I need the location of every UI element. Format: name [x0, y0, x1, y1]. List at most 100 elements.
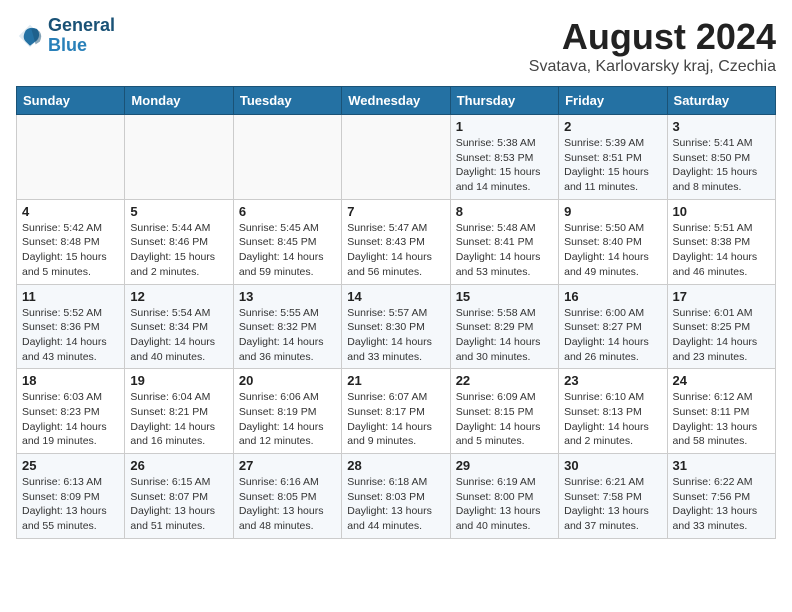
weekday-header-tuesday: Tuesday [233, 87, 341, 115]
calendar-cell: 8 Sunrise: 5:48 AM Sunset: 8:41 PM Daylig… [450, 199, 558, 284]
calendar-cell: 28 Sunrise: 6:18 AM Sunset: 8:03 PM Dayli… [342, 454, 450, 539]
calendar-cell: 27Sunrise: 6:16 AM Sunset: 8:05 PM Dayli… [233, 454, 341, 539]
day-number: 19 [130, 373, 227, 388]
day-info: Sunrise: 6:10 AM Sunset: 8:13 PM Dayligh… [564, 390, 661, 449]
calendar-cell: 29 Sunrise: 6:19 AM Sunset: 8:00 PM Dayli… [450, 454, 558, 539]
calendar-cell [125, 115, 233, 200]
day-info: Sunrise: 5:50 AM Sunset: 8:40 PM Dayligh… [564, 221, 661, 280]
day-info: Sunrise: 5:58 AM Sunset: 8:29 PM Dayligh… [456, 306, 553, 365]
calendar-cell: 24 Sunrise: 6:12 AM Sunset: 8:11 PM Dayli… [667, 369, 775, 454]
calendar-cell: 25 Sunrise: 6:13 AM Sunset: 8:09 PM Dayli… [17, 454, 125, 539]
day-number: 11 [22, 289, 119, 304]
day-number: 25 [22, 458, 119, 473]
day-info: Sunrise: 6:18 AM Sunset: 8:03 PM Dayligh… [347, 475, 444, 534]
day-number: 14 [347, 289, 444, 304]
month-title: August 2024 [529, 16, 776, 58]
day-number: 12 [130, 289, 227, 304]
day-info: Sunrise: 6:04 AM Sunset: 8:21 PM Dayligh… [130, 390, 227, 449]
calendar-table: SundayMondayTuesdayWednesdayThursdayFrid… [16, 86, 776, 539]
day-number: 2 [564, 119, 661, 134]
page-header: General Blue August 2024 Svatava, Karlov… [16, 16, 776, 76]
location: Svatava, Karlovarsky kraj, Czechia [529, 58, 776, 76]
day-info: Sunrise: 5:54 AM Sunset: 8:34 PM Dayligh… [130, 306, 227, 365]
week-row-5: 25 Sunrise: 6:13 AM Sunset: 8:09 PM Dayli… [17, 454, 776, 539]
calendar-cell: 12 Sunrise: 5:54 AM Sunset: 8:34 PM Dayli… [125, 284, 233, 369]
week-row-2: 4 Sunrise: 5:42 AM Sunset: 8:48 PM Daylig… [17, 199, 776, 284]
calendar-cell: 26Sunrise: 6:15 AM Sunset: 8:07 PM Dayli… [125, 454, 233, 539]
calendar-cell: 14 Sunrise: 5:57 AM Sunset: 8:30 PM Dayli… [342, 284, 450, 369]
calendar-cell: 15 Sunrise: 5:58 AM Sunset: 8:29 PM Dayli… [450, 284, 558, 369]
day-number: 13 [239, 289, 336, 304]
calendar-cell: 4 Sunrise: 5:42 AM Sunset: 8:48 PM Daylig… [17, 199, 125, 284]
calendar-cell: 2Sunrise: 5:39 AM Sunset: 8:51 PM Daylig… [559, 115, 667, 200]
calendar-cell [233, 115, 341, 200]
day-info: Sunrise: 5:42 AM Sunset: 8:48 PM Dayligh… [22, 221, 119, 280]
day-info: Sunrise: 6:19 AM Sunset: 8:00 PM Dayligh… [456, 475, 553, 534]
calendar-cell: 5 Sunrise: 5:44 AM Sunset: 8:46 PM Daylig… [125, 199, 233, 284]
day-info: Sunrise: 5:48 AM Sunset: 8:41 PM Dayligh… [456, 221, 553, 280]
day-number: 8 [456, 204, 553, 219]
day-info: Sunrise: 6:01 AM Sunset: 8:25 PM Dayligh… [673, 306, 770, 365]
day-info: Sunrise: 5:51 AM Sunset: 8:38 PM Dayligh… [673, 221, 770, 280]
day-number: 22 [456, 373, 553, 388]
calendar-cell [342, 115, 450, 200]
day-info: Sunrise: 5:55 AM Sunset: 8:32 PM Dayligh… [239, 306, 336, 365]
calendar-cell: 21 Sunrise: 6:07 AM Sunset: 8:17 PM Dayli… [342, 369, 450, 454]
day-number: 10 [673, 204, 770, 219]
day-number: 30 [564, 458, 661, 473]
day-info: Sunrise: 6:21 AM Sunset: 7:58 PM Dayligh… [564, 475, 661, 534]
calendar-cell: 1Sunrise: 5:38 AM Sunset: 8:53 PM Daylig… [450, 115, 558, 200]
day-info: Sunrise: 5:45 AM Sunset: 8:45 PM Dayligh… [239, 221, 336, 280]
day-number: 24 [673, 373, 770, 388]
day-info: Sunrise: 6:22 AM Sunset: 7:56 PM Dayligh… [673, 475, 770, 534]
day-number: 28 [347, 458, 444, 473]
calendar-cell: 18Sunrise: 6:03 AM Sunset: 8:23 PM Dayli… [17, 369, 125, 454]
calendar-cell: 3 Sunrise: 5:41 AM Sunset: 8:50 PM Daylig… [667, 115, 775, 200]
calendar-cell: 30 Sunrise: 6:21 AM Sunset: 7:58 PM Dayli… [559, 454, 667, 539]
day-number: 15 [456, 289, 553, 304]
day-number: 4 [22, 204, 119, 219]
calendar-cell: 17 Sunrise: 6:01 AM Sunset: 8:25 PM Dayli… [667, 284, 775, 369]
day-info: Sunrise: 6:12 AM Sunset: 8:11 PM Dayligh… [673, 390, 770, 449]
weekday-header-thursday: Thursday [450, 87, 558, 115]
day-info: Sunrise: 5:47 AM Sunset: 8:43 PM Dayligh… [347, 221, 444, 280]
day-info: Sunrise: 6:13 AM Sunset: 8:09 PM Dayligh… [22, 475, 119, 534]
calendar-cell: 13 Sunrise: 5:55 AM Sunset: 8:32 PM Dayli… [233, 284, 341, 369]
week-row-3: 11 Sunrise: 5:52 AM Sunset: 8:36 PM Dayli… [17, 284, 776, 369]
weekday-header-row: SundayMondayTuesdayWednesdayThursdayFrid… [17, 87, 776, 115]
calendar-cell [17, 115, 125, 200]
day-info: Sunrise: 5:44 AM Sunset: 8:46 PM Dayligh… [130, 221, 227, 280]
calendar-cell: 31Sunrise: 6:22 AM Sunset: 7:56 PM Dayli… [667, 454, 775, 539]
weekday-header-wednesday: Wednesday [342, 87, 450, 115]
calendar-cell: 23 Sunrise: 6:10 AM Sunset: 8:13 PM Dayli… [559, 369, 667, 454]
day-info: Sunrise: 5:38 AM Sunset: 8:53 PM Dayligh… [456, 136, 553, 195]
day-number: 6 [239, 204, 336, 219]
day-number: 29 [456, 458, 553, 473]
logo-icon [16, 22, 44, 50]
calendar-cell: 6 Sunrise: 5:45 AM Sunset: 8:45 PM Daylig… [233, 199, 341, 284]
day-number: 3 [673, 119, 770, 134]
day-info: Sunrise: 6:07 AM Sunset: 8:17 PM Dayligh… [347, 390, 444, 449]
week-row-1: 1Sunrise: 5:38 AM Sunset: 8:53 PM Daylig… [17, 115, 776, 200]
calendar-cell: 20Sunrise: 6:06 AM Sunset: 8:19 PM Dayli… [233, 369, 341, 454]
calendar-cell: 16Sunrise: 6:00 AM Sunset: 8:27 PM Dayli… [559, 284, 667, 369]
day-number: 20 [239, 373, 336, 388]
day-number: 21 [347, 373, 444, 388]
day-info: Sunrise: 6:03 AM Sunset: 8:23 PM Dayligh… [22, 390, 119, 449]
day-info: Sunrise: 6:15 AM Sunset: 8:07 PM Dayligh… [130, 475, 227, 534]
day-number: 23 [564, 373, 661, 388]
day-info: Sunrise: 5:41 AM Sunset: 8:50 PM Dayligh… [673, 136, 770, 195]
day-info: Sunrise: 6:00 AM Sunset: 8:27 PM Dayligh… [564, 306, 661, 365]
title-block: August 2024 Svatava, Karlovarsky kraj, C… [529, 16, 776, 76]
week-row-4: 18Sunrise: 6:03 AM Sunset: 8:23 PM Dayli… [17, 369, 776, 454]
calendar-cell: 9Sunrise: 5:50 AM Sunset: 8:40 PM Daylig… [559, 199, 667, 284]
day-info: Sunrise: 5:52 AM Sunset: 8:36 PM Dayligh… [22, 306, 119, 365]
day-number: 7 [347, 204, 444, 219]
day-number: 17 [673, 289, 770, 304]
weekday-header-sunday: Sunday [17, 87, 125, 115]
logo-text: General Blue [48, 16, 115, 56]
day-number: 5 [130, 204, 227, 219]
day-info: Sunrise: 5:57 AM Sunset: 8:30 PM Dayligh… [347, 306, 444, 365]
logo: General Blue [16, 16, 115, 56]
calendar-cell: 7 Sunrise: 5:47 AM Sunset: 8:43 PM Daylig… [342, 199, 450, 284]
